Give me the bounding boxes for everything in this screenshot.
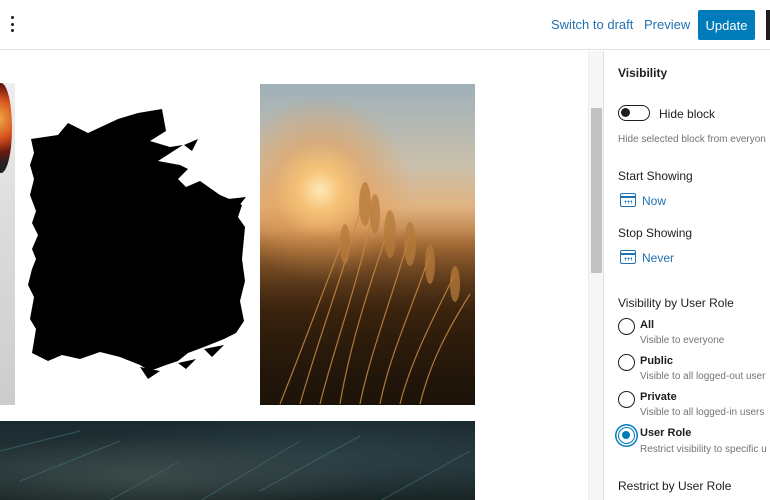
brush-stroke-image[interactable] [28,109,250,384]
radio-public[interactable] [618,354,635,371]
visibility-title: Visibility [618,66,668,80]
radio-user-role[interactable] [618,427,635,444]
canvas-scrollbar[interactable] [588,51,603,500]
option-private-help: Visible to all logged-in users [640,407,765,418]
option-public-help: Visible to all logged-out user [640,371,766,382]
stop-showing-label: Stop Showing [618,226,693,240]
stop-showing-value[interactable]: Never [642,251,674,265]
editor-canvas [0,51,588,500]
update-button[interactable]: Update [698,10,755,40]
gallery-image-partial[interactable] [0,83,15,405]
option-user-role-label: User Role [640,427,692,439]
scrollbar-thumb[interactable] [591,108,602,273]
hide-block-label: Hide block [659,107,716,121]
vertical-ellipsis-icon[interactable] [5,14,19,34]
hide-block-help: Hide selected block from everyon [618,134,766,145]
option-all-help: Visible to everyone [640,335,725,346]
sunset-grass-image[interactable] [260,84,475,405]
calendar-icon[interactable] [620,250,636,264]
switch-to-draft-link[interactable]: Switch to draft [551,17,633,32]
hide-block-toggle[interactable] [618,105,650,121]
option-user-role-help: Restrict visibility to specific u [640,444,767,455]
restrict-heading: Restrict by User Role [618,479,732,493]
radio-private[interactable] [618,391,635,408]
option-all-label: All [640,319,655,331]
option-public-label: Public [640,355,674,367]
option-private-label: Private [640,391,677,403]
calendar-icon[interactable] [620,193,636,207]
block-settings-sidebar: Visibility Hide block Hide selected bloc… [603,51,770,500]
radio-all[interactable] [618,318,635,335]
settings-toggle-edge[interactable] [766,10,770,40]
start-showing-label: Start Showing [618,169,693,183]
dark-foliage-image[interactable] [0,421,475,500]
preview-link[interactable]: Preview [644,17,690,32]
editor-top-bar: Switch to draft Preview Update [0,0,770,50]
user-role-heading: Visibility by User Role [618,296,734,310]
start-showing-value[interactable]: Now [642,194,666,208]
